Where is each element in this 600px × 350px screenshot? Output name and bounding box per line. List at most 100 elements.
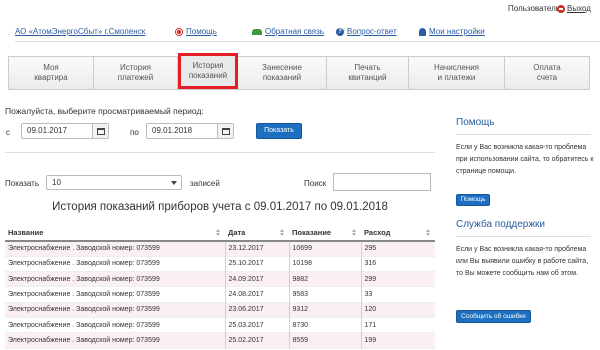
tab-label-line1: Моя <box>43 63 59 72</box>
column-header-label: Показание <box>292 227 332 237</box>
cell-consumption: 299 <box>361 271 435 287</box>
search-label: Поиск <box>304 179 327 188</box>
user-label: Пользователь: <box>508 4 563 13</box>
help-panel-text: Если у Вас возникла какая-то проблема пр… <box>456 144 594 175</box>
cell-date: 23.06.2017 <box>225 302 290 318</box>
tab-label-line1: История <box>119 63 151 72</box>
cell-name: Электроснабжение . Заводской номер: 0735… <box>5 286 226 303</box>
logout-label: Выход <box>567 4 591 13</box>
table-row: Электроснабжение . Заводской номер: 0735… <box>5 286 435 303</box>
column-header-name[interactable]: Название <box>5 224 225 242</box>
help-link-label: Помощь <box>186 27 217 36</box>
tab-label-line2: показаний <box>262 73 302 82</box>
date-to-field[interactable]: 09.01.2018 <box>146 123 234 139</box>
tab-label-line1: Печать <box>354 63 381 72</box>
cell-reading: 9583 <box>289 286 362 303</box>
sort-icon <box>352 229 357 237</box>
calendar-icon[interactable] <box>217 124 233 138</box>
tab-label-line2: квартира <box>34 73 68 82</box>
table-row: Электроснабжение . Заводской номер: 0735… <box>5 302 435 318</box>
tab-enter-readings[interactable]: Занесение показаний <box>238 57 327 89</box>
cell-consumption: 120 <box>361 302 435 318</box>
report-error-button[interactable]: Сообщить об ошибке <box>456 310 531 323</box>
settings-link-label: Мои настройки <box>429 27 485 36</box>
cell-consumption: 33 <box>361 286 435 303</box>
column-header-consumption[interactable]: Расход <box>361 224 435 242</box>
support-panel-title: Служба поддержки <box>456 219 546 230</box>
cell-date: 25.03.2017 <box>225 317 290 333</box>
table-row: Электроснабжение . Заводской номер: 0735… <box>5 332 435 349</box>
show-label: Показать <box>5 179 40 188</box>
tab-label-line2: и платежи <box>437 73 476 82</box>
date-from-field[interactable]: 09.01.2017 <box>21 123 109 139</box>
faq-link-label: Вопрос-ответ <box>347 27 397 36</box>
cell-reading: 10699 <box>289 241 362 257</box>
tab-label-line1: Оплата <box>533 63 561 72</box>
search-input[interactable] <box>333 173 431 191</box>
sort-icon <box>280 229 285 237</box>
show-button[interactable]: Показать <box>256 123 302 139</box>
table-row: Электроснабжение . Заводской номер: 0735… <box>5 241 435 257</box>
cell-date: 24.08.2017 <box>225 286 290 303</box>
cell-name: Электроснабжение . Заводской номер: 0735… <box>5 302 226 318</box>
logout-link[interactable]: Выход <box>557 4 591 13</box>
tab-charges-payments[interactable]: Начисления и платежи <box>409 57 505 89</box>
cell-consumption: 295 <box>361 241 435 257</box>
tab-label-line1: История <box>192 61 224 70</box>
cell-consumption: 316 <box>361 256 435 272</box>
help-link[interactable]: Помощь <box>175 27 217 36</box>
cell-name: Электроснабжение . Заводской номер: 0735… <box>5 241 226 257</box>
tab-label-line1: Занесение <box>262 63 302 72</box>
settings-link[interactable]: Мои настройки <box>419 27 485 36</box>
page-size-value: 10 <box>52 178 61 187</box>
tab-readings-history[interactable]: История показаний <box>178 53 238 89</box>
help-panel-title: Помощь <box>456 117 495 128</box>
divider <box>5 152 435 153</box>
tab-my-apartment[interactable]: Моя квартира <box>9 57 94 89</box>
cell-date: 23.12.2017 <box>225 241 290 257</box>
period-title: Пожалуйста, выберите просматриваемый пер… <box>5 106 204 116</box>
user-icon <box>419 27 426 36</box>
date-from-value: 09.01.2017 <box>27 126 68 135</box>
table-header-row: Название Дата Показание Расход <box>5 224 435 242</box>
tab-label-line2: квитанций <box>348 73 387 82</box>
records-label: записей <box>190 179 220 188</box>
faq-link[interactable]: ? Вопрос-ответ <box>336 27 397 36</box>
to-label: по <box>130 128 139 137</box>
column-header-reading[interactable]: Показание <box>289 224 361 242</box>
calendar-icon[interactable] <box>92 124 108 138</box>
support-panel-text: Если у Вас возникла какая-то проблема ил… <box>456 246 589 277</box>
tab-label-line1: Начисления <box>433 63 480 72</box>
table-row: Электроснабжение . Заводской номер: 0735… <box>5 271 435 287</box>
main-tabs: Моя квартира История платежей История показ… <box>8 53 590 90</box>
feedback-link-label: Обратная связь <box>265 27 324 36</box>
feedback-link[interactable]: Обратная связь <box>252 27 324 36</box>
tab-print-receipts[interactable]: Печать квитанций <box>327 57 409 89</box>
cell-name: Электроснабжение . Заводской номер: 0735… <box>5 256 226 272</box>
tab-label-line2: счета <box>536 73 558 82</box>
column-header-date[interactable]: Дата <box>225 224 289 242</box>
page-size-select[interactable]: 10 <box>46 175 182 190</box>
date-to-value: 09.01.2018 <box>152 126 193 135</box>
cell-date: 24.09.2017 <box>225 271 290 287</box>
help-icon <box>175 27 183 36</box>
readings-table: Название Дата Показание Расход Электросн… <box>5 224 435 349</box>
user-bar: Пользователь: Выход <box>0 0 600 18</box>
table-row: Электроснабжение . Заводской номер: 0735… <box>5 256 435 272</box>
cell-name: Электроснабжение . Заводской номер: 0735… <box>5 332 226 349</box>
cell-consumption: 171 <box>361 317 435 333</box>
tab-pay-bill[interactable]: Оплата счета <box>505 57 589 89</box>
company-link[interactable]: АО «АтомЭнергоСбыт» г.Смоленск <box>15 27 145 36</box>
cell-name: Электроснабжение . Заводской номер: 0735… <box>5 317 226 333</box>
tab-payment-history[interactable]: История платежей <box>94 57 178 89</box>
phone-icon <box>252 28 262 35</box>
tab-label-line2: показаний <box>188 71 228 80</box>
cell-reading: 9312 <box>289 302 362 318</box>
cell-date: 25.10.2017 <box>225 256 290 272</box>
divider <box>456 236 591 237</box>
from-label: с <box>6 128 10 137</box>
cell-consumption: 199 <box>361 332 435 349</box>
question-icon: ? <box>336 27 344 36</box>
cell-reading: 10198 <box>289 256 362 272</box>
help-button[interactable]: Помощь <box>456 194 490 206</box>
